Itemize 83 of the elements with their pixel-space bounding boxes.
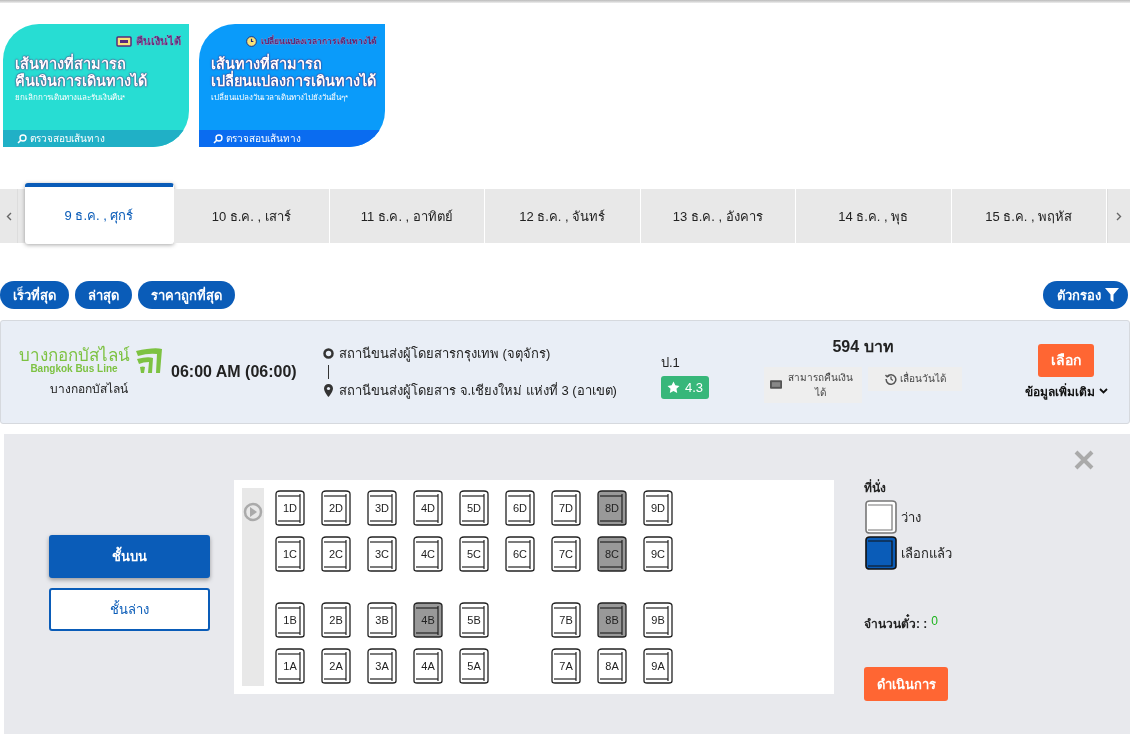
seat[interactable]: 6D [502,490,538,526]
seat[interactable]: 3D [364,490,400,526]
promo-banner[interactable]: คืนเงินได้ เส้นทางที่สามารถ คืนเงินการเดินทางได้ ยกเลิกการเดินทางและรับเงินคืน* ตรวจสอบเส้นทาง [3,24,189,147]
seat[interactable]: 5B [456,602,492,638]
banner-headline: คืนเงินการเดินทางได้ [15,72,148,90]
seat[interactable]: 5A [456,648,492,684]
logo-thai-text: บางกอกบัสไลน์ [18,347,130,364]
seat[interactable]: 1C [272,536,308,572]
ticket-icon [770,380,783,389]
seat[interactable]: 7A [548,648,584,684]
departure-time: 06:00 AM (06:00) [171,363,298,381]
location-pin-icon [323,384,334,397]
seat[interactable]: 7C [548,536,584,572]
seat[interactable]: 4A [410,648,446,684]
history-icon [884,372,897,385]
steering-wheel-icon [243,502,263,522]
seat[interactable]: 5C [456,536,492,572]
date-tab[interactable]: 9 ธ.ค. , ศุกร์ [25,183,174,244]
chevron-right-icon [1116,211,1122,221]
seat[interactable]: 8B [594,602,630,638]
bus-class: ป.1 [661,353,680,372]
banner-badge-text: เปลี่ยนแปลงเวลาการเดินทางได้ [261,34,377,48]
seat[interactable]: 3B [364,602,400,638]
chevron-down-icon [1098,388,1108,394]
seat[interactable]: 7D [548,490,584,526]
operator-name: บางกอกบัสไลน์ [50,380,128,398]
seat[interactable]: 9D [640,490,676,526]
logo-stripes-icon [133,346,164,375]
seat[interactable]: 4B [410,602,446,638]
origin-dot-icon [323,348,334,359]
promo-banner[interactable]: เปลี่ยนแปลงเวลาการเดินทางได้ เส้นทางที่สามารถ เปลี่ยนแปลงการเดินทางได้ เปลี่ยนแปลงวันเวลาเดินทางไปยังวันอื่นๆ* ตรวจสอบเส้นทาง [199,24,385,147]
close-icon[interactable] [1074,450,1094,470]
search-icon [17,133,27,144]
seat[interactable]: 9A [640,648,676,684]
seat[interactable]: 6C [502,536,538,572]
seat[interactable]: 3A [364,648,400,684]
clock-icon [246,35,257,47]
banner-badge-text: คืนเงินได้ [136,34,181,49]
ticket-count-value: 0 [931,614,938,630]
seat[interactable]: 1A [272,648,308,684]
sort-button[interactable]: ราคาถูกที่สุด [138,281,235,309]
seat[interactable]: 2A [318,648,354,684]
search-icon [213,133,223,144]
seat[interactable]: 5D [456,490,492,526]
banner-subtitle: เปลี่ยนแปลงวันเวลาเดินทางไปยังวันอื่นๆ* [210,91,350,105]
legend-title: ที่นั่ง [864,478,887,497]
star-icon [667,380,680,394]
more-info-link[interactable]: ข้อมูลเพิ่มเติม [1024,381,1108,401]
ticket-icon [116,35,132,47]
seat[interactable]: 8D [594,490,630,526]
seat[interactable]: 8A [594,648,630,684]
deck-button[interactable]: ชั้นล่าง [49,588,210,631]
chevron-left-icon [5,211,12,221]
available-seat-icon [864,500,898,534]
seat[interactable]: 9B [640,602,676,638]
logo-english-text: Bangkok Bus Line [30,364,118,374]
seat[interactable]: 2D [318,490,354,526]
sort-button[interactable]: ล่าสุด [75,281,132,309]
destination-station: สถานีขนส่งผู้โดยสาร จ.เชียงใหม่ แห่งที่ 3 (อาเขต) [339,381,617,401]
seat[interactable]: 4C [410,536,446,572]
filter-button[interactable]: ตัวกรอง [1043,281,1128,309]
price: 594 บาท [832,336,894,357]
seat[interactable]: 3C [364,536,400,572]
seat[interactable]: 2C [318,536,354,572]
deck-button[interactable]: ชั้นบน [49,535,210,578]
legend-label: ว่าง [901,508,921,527]
feature-tag: สามารถคืนเงินได้ [764,366,862,403]
banner-subtitle: ยกเลิกการเดินทางและรับเงินคืน* [14,92,127,105]
ticket-count-label: จำนวนตั๋ว: : [864,614,928,633]
seat[interactable]: 1B [272,602,308,638]
filter-icon [1105,288,1119,302]
seat[interactable]: 7B [548,602,584,638]
rating-badge: 4.3 [661,375,710,399]
seat[interactable]: 8C [594,536,630,572]
legend-label: เลือกแล้ว [901,544,952,563]
seat[interactable]: 4D [410,490,446,526]
chosen-seat-icon [864,536,898,570]
sort-button[interactable]: เร็วที่สุด [0,281,69,309]
seat[interactable]: 9C [640,536,676,572]
origin-station: สถานีขนส่งผู้โดยสารกรุงเทพ (จตุจักร) [339,345,551,364]
seat[interactable]: 2B [318,602,354,638]
feature-tag: เลื่อนวันได้ [868,366,962,391]
seat[interactable]: 1D [272,490,308,526]
